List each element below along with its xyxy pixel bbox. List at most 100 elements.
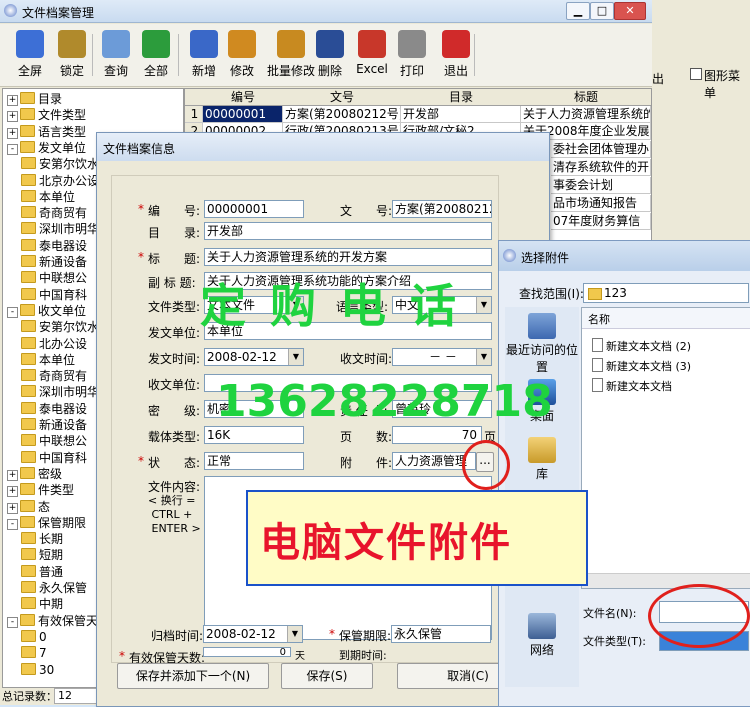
toolbar-bottle-delete-button[interactable]: 删除 — [310, 28, 350, 84]
tree-item[interactable]: 30 — [21, 662, 54, 678]
archive-time-picker[interactable]: 2008-02-12 ▼ — [203, 625, 303, 643]
grid-header[interactable]: 文号 — [283, 89, 402, 106]
tree-item[interactable]: 长期 — [21, 531, 63, 547]
tree-item[interactable]: 奇商贸有 — [21, 205, 87, 221]
grid-header[interactable] — [185, 89, 204, 106]
send-time-picker[interactable]: 2008-02-12 ▼ — [204, 348, 304, 366]
toolbar-gear-button[interactable]: 全屏 — [10, 28, 50, 84]
tree-group[interactable]: + 密级 — [7, 466, 62, 482]
file-list[interactable]: 名称 新建文本文档 (2) 新建文本文档 (3) 新建文本文档 — [581, 307, 750, 589]
tree-item[interactable]: 中期 — [21, 596, 63, 612]
tree-group[interactable]: + 件类型 — [7, 482, 74, 498]
tree-group[interactable]: - 有效保管天数 — [7, 613, 110, 629]
toolbar-recycle-button[interactable]: 全部 — [136, 28, 176, 84]
grid-cell[interactable]: 方案(第20080212号) — [283, 106, 401, 123]
tree-item[interactable]: 泰电器设 — [21, 401, 87, 417]
grid-header[interactable]: 编号 — [203, 89, 284, 106]
tree-item[interactable]: 泰电器设 — [21, 238, 87, 254]
file-item[interactable]: 新建文本文档 (2) — [592, 338, 691, 354]
tree-group[interactable]: - 保管期限 — [7, 515, 86, 531]
expand-icon[interactable]: + — [7, 127, 18, 139]
graphic-menu-checkbox[interactable] — [690, 68, 702, 80]
toolbar-cursor-add-button[interactable]: 新增 — [184, 28, 224, 84]
save-and-next-button[interactable]: 保存并添加下一个(N) — [117, 663, 269, 689]
close-button[interactable]: ✕ — [614, 2, 646, 20]
grid-cell[interactable]: 清存系统软件的开 — [551, 159, 651, 176]
tree-item[interactable]: 0 — [21, 629, 47, 645]
tree-item[interactable]: 中国育科 — [21, 450, 87, 466]
tree-item[interactable]: 深圳市明华 — [21, 384, 99, 400]
expand-icon[interactable]: + — [7, 502, 18, 514]
grid-cell[interactable]: 委社会团体管理办 — [551, 141, 651, 158]
tree-item[interactable]: 中联想公 — [21, 433, 87, 449]
toolbar-printer-button[interactable]: 打印 — [392, 28, 432, 84]
toolbar-key-button[interactable]: 锁定 — [52, 28, 92, 84]
tree-group[interactable]: + 文件类型 — [7, 107, 86, 123]
tree-item[interactable]: 新通设备 — [21, 254, 87, 270]
keep-period-field[interactable]: 永久保管 — [391, 625, 491, 643]
tree-item[interactable]: 深圳市明华 — [21, 221, 99, 237]
tree-item[interactable]: 奇商贸有 — [21, 368, 87, 384]
tree-group[interactable]: - 收文单位 — [7, 303, 86, 319]
grid-cell[interactable]: 开发部 — [401, 106, 521, 123]
tree-group[interactable]: - 发文单位 — [7, 140, 86, 156]
tree-item[interactable]: 新通设备 — [21, 417, 87, 433]
state-field[interactable]: 正常 — [204, 452, 304, 470]
tree-group[interactable]: + 态 — [7, 499, 50, 515]
toolbar-excel-button[interactable]: Excel — [352, 28, 392, 84]
save-button[interactable]: 保存(S) — [281, 663, 373, 689]
maximize-button[interactable]: □ — [590, 2, 614, 20]
toolbar-exit-door-button[interactable]: 退出 — [436, 28, 476, 84]
grid-header[interactable]: 目录 — [401, 89, 522, 106]
grid-header[interactable]: 标题 — [521, 89, 651, 106]
tree-group[interactable]: + 目录 — [7, 91, 62, 107]
tree-item[interactable]: 本单位 — [21, 189, 75, 205]
expand-icon[interactable]: + — [7, 469, 18, 481]
place-recent[interactable]: 最近访问的位置 — [505, 313, 579, 375]
place-library[interactable]: 库 — [505, 437, 579, 482]
tree-item[interactable]: 安第尔饮水 — [21, 319, 99, 335]
pages-field[interactable]: 70 — [392, 426, 482, 444]
file-item[interactable]: 新建文本文档 — [592, 378, 672, 394]
recv-time-picker[interactable]: － － ▼ — [392, 348, 492, 366]
grid-cell[interactable]: 品市场通知报告 — [551, 195, 651, 212]
tree-item[interactable]: 永久保管 — [21, 580, 87, 596]
grid-cell[interactable]: 07年度财务算信 — [551, 213, 651, 230]
grid-cell[interactable]: 1 — [185, 106, 203, 123]
collapse-icon[interactable]: - — [7, 518, 18, 530]
look-in-select[interactable]: 123 — [583, 283, 749, 303]
doc-no-field[interactable]: 方案(第20080212号) — [392, 200, 492, 218]
tree-item[interactable]: 短期 — [21, 547, 63, 563]
minimize-button[interactable]: ▁ — [566, 2, 590, 20]
collapse-icon[interactable]: - — [7, 306, 18, 318]
valid-days-field[interactable]: 0 — [203, 647, 291, 657]
tree-item[interactable]: 中联想公 — [21, 270, 87, 286]
toolbar-edit-button[interactable]: 修改 — [222, 28, 262, 84]
id-field[interactable]: 00000001 — [204, 200, 304, 218]
expand-icon[interactable]: + — [7, 95, 18, 106]
grid-cell[interactable]: 关于人力资源管理系统的 — [521, 106, 651, 123]
name-column[interactable]: 名称 — [588, 311, 610, 327]
place-network[interactable]: 网络 — [505, 613, 579, 658]
grid-cell[interactable]: 00000001 — [203, 106, 283, 123]
collapse-icon[interactable]: - — [7, 616, 18, 628]
carrier-field[interactable]: 16K — [204, 426, 304, 444]
tree-item[interactable]: 中国育科 — [21, 287, 87, 303]
collapse-icon[interactable]: - — [7, 143, 18, 155]
tree-item[interactable]: 北办公设 — [21, 336, 87, 352]
tree-item[interactable]: 7 — [21, 645, 47, 661]
tree-item[interactable]: 本单位 — [21, 352, 75, 368]
expand-icon[interactable]: + — [7, 111, 18, 123]
title-field[interactable]: 关于人力资源管理系统的开发方案 — [204, 248, 492, 266]
expand-icon[interactable]: + — [7, 486, 18, 498]
tree-item[interactable]: 北京办公设 — [21, 173, 99, 189]
file-list-header[interactable]: 名称 — [582, 308, 750, 329]
tree-group[interactable]: + 语言类型 — [7, 124, 86, 140]
file-item[interactable]: 新建文本文档 (3) — [592, 358, 691, 374]
dir-field[interactable]: 开发部 — [204, 222, 492, 240]
tree-item[interactable]: 普通 — [21, 564, 63, 580]
toolbar-magnifier-button[interactable]: 查询 — [96, 28, 136, 84]
grid-cell[interactable]: 事委会计划 — [551, 177, 651, 194]
file-list-scrollbar[interactable] — [582, 573, 750, 588]
tree-item[interactable]: 安第尔饮水 — [21, 156, 99, 172]
